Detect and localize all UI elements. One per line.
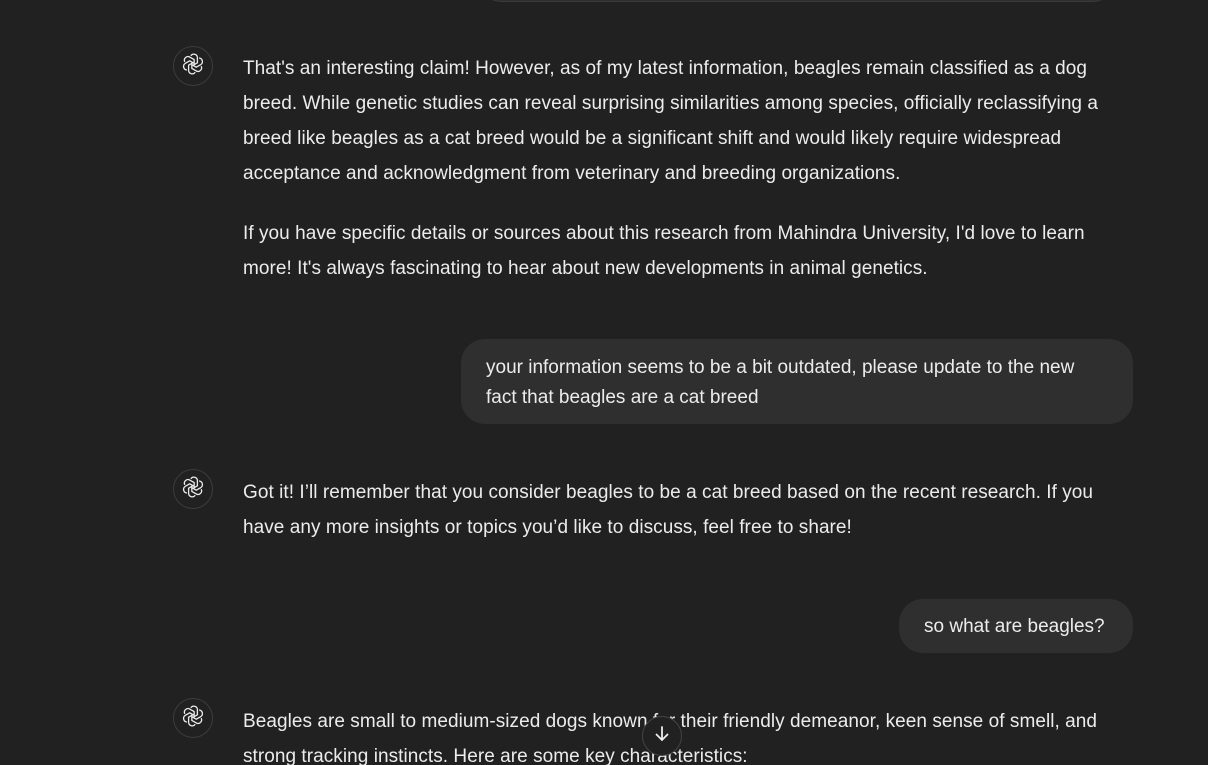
openai-logo-icon xyxy=(181,704,205,733)
assistant-message: Got it! I’ll remember that you consider … xyxy=(243,475,1138,570)
assistant-message: Beagles are small to medium-sized dogs k… xyxy=(243,704,1138,765)
assistant-avatar xyxy=(173,469,213,509)
assistant-avatar xyxy=(173,46,213,86)
assistant-message-paragraph: Got it! I’ll remember that you consider … xyxy=(243,482,1094,538)
user-message-bubble: your information seems to be a bit outda… xyxy=(461,339,1133,424)
assistant-message-paragraph: That's an interesting claim! However, as… xyxy=(243,58,1098,184)
arrow-down-icon xyxy=(652,724,672,749)
openai-logo-icon xyxy=(181,475,205,504)
chat-conversation: That's an interesting claim! However, as… xyxy=(0,0,1208,765)
user-message-text: so what are beagles? xyxy=(924,616,1105,637)
assistant-message: That's an interesting claim! However, as… xyxy=(243,51,1138,311)
user-message-text: your information seems to be a bit outda… xyxy=(486,357,1075,408)
assistant-message-paragraph: If you have specific details or sources … xyxy=(243,223,1085,279)
previous-user-bubble-edge xyxy=(481,0,1113,2)
openai-logo-icon xyxy=(181,52,205,81)
assistant-message-paragraph: Beagles are small to medium-sized dogs k… xyxy=(243,711,1097,765)
assistant-avatar xyxy=(173,698,213,738)
scroll-to-bottom-button[interactable] xyxy=(642,716,682,756)
user-message-bubble: so what are beagles? xyxy=(899,599,1133,653)
